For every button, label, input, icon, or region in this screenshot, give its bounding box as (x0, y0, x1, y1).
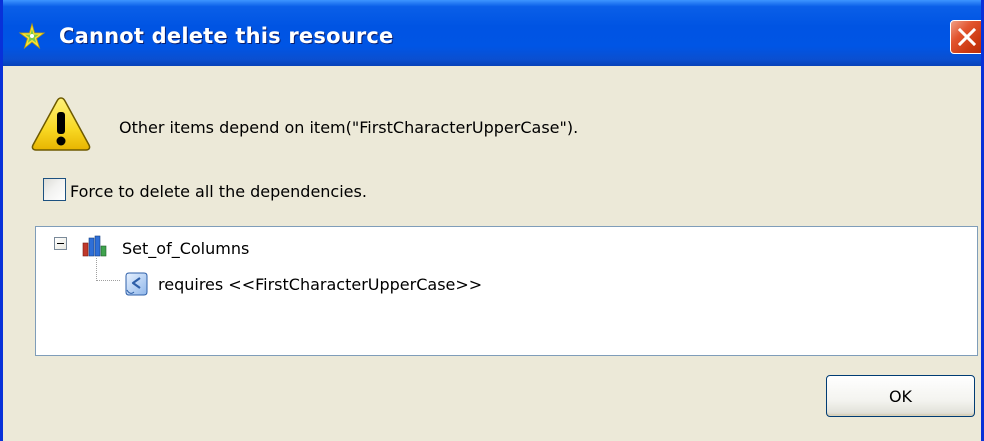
dialog-message: Other items depend on item("FirstCharact… (119, 118, 579, 137)
tree-connector-line (96, 258, 120, 281)
column-set-icon (82, 235, 107, 257)
dialog-title: Cannot delete this resource (59, 24, 394, 48)
close-icon (958, 28, 976, 46)
title-bar[interactable]: Cannot delete this resource (3, 0, 981, 66)
force-delete-label[interactable]: Force to delete all the dependencies. (70, 182, 367, 201)
tree-node-dependency[interactable]: requires <<FirstCharacterUpperCase>> (158, 275, 482, 294)
tree-node-set-of-columns[interactable]: Set_of_Columns (122, 239, 249, 258)
warning-icon (31, 97, 91, 151)
collapse-icon[interactable] (54, 237, 67, 250)
dependency-tree[interactable]: Set_of_Columns requires <<FirstCharacter… (35, 226, 978, 356)
close-button[interactable] (950, 20, 981, 54)
rule-document-icon (125, 272, 148, 296)
dialog-window: Cannot delete this resource Other items … (0, 0, 984, 441)
ok-button[interactable]: OK (826, 375, 975, 417)
sparkle-app-icon (18, 22, 46, 50)
force-delete-checkbox[interactable] (43, 178, 66, 201)
